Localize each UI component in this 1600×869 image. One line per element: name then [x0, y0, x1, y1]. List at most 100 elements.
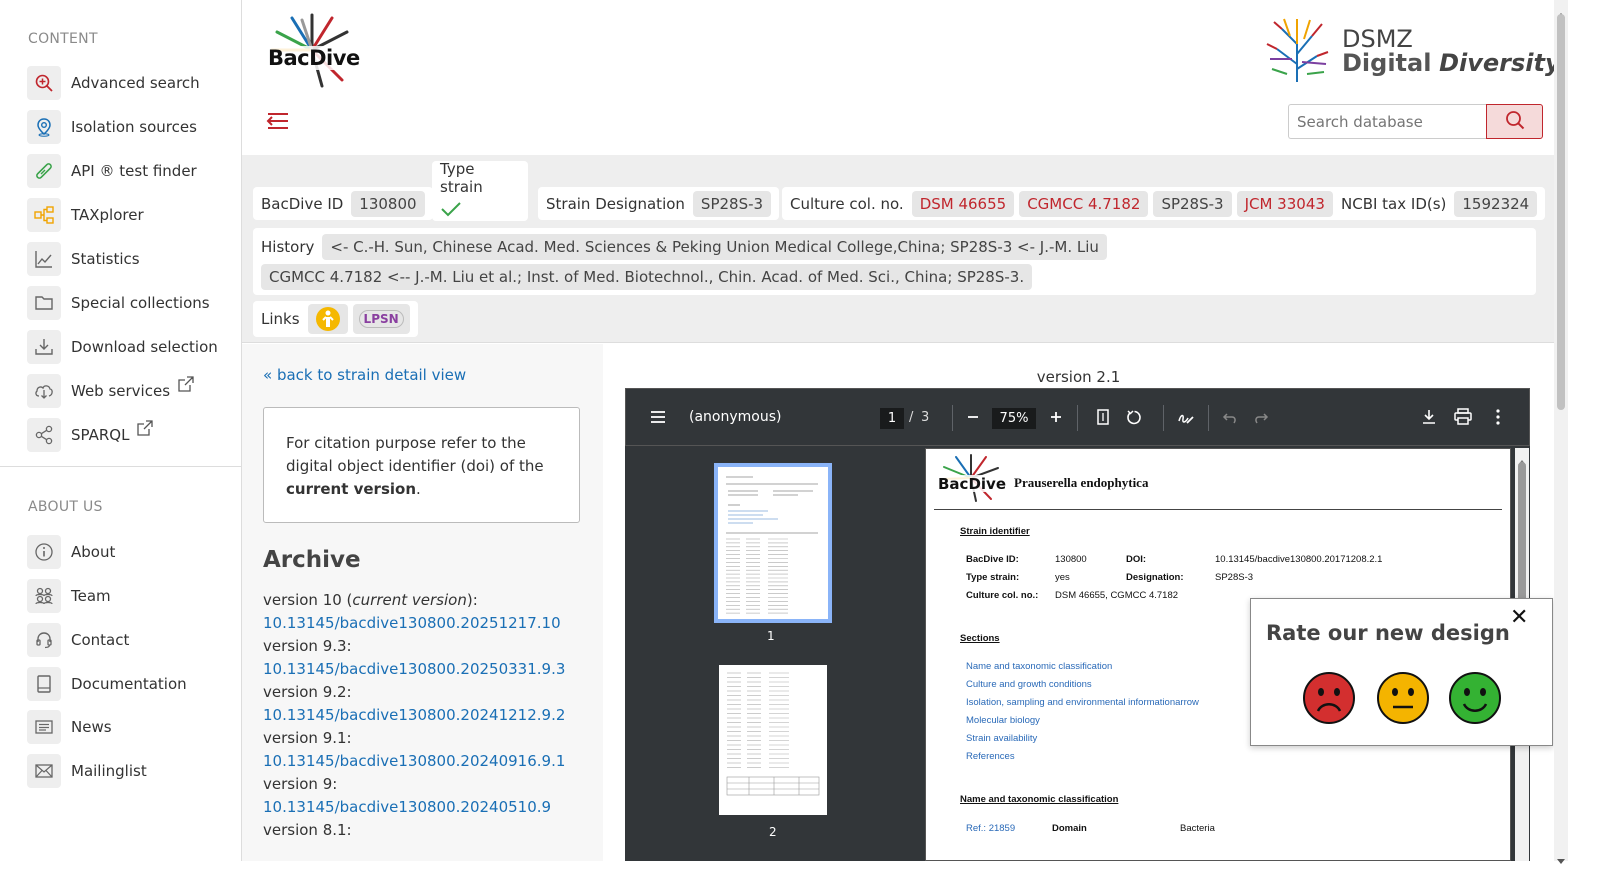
lpsn-link[interactable]: LPSN: [352, 304, 410, 334]
culture-link-cgmcc[interactable]: CGMCC 4.7182: [1019, 190, 1149, 217]
culture-no-sp28s: SP28S-3: [1153, 190, 1232, 217]
about-heading: ABOUT US: [28, 499, 103, 515]
sidebar-item-label: Advanced search: [71, 74, 200, 92]
pdf-strain-identifier: Strain identifier: [960, 526, 1030, 537]
sidebar-item-web-services[interactable]: Web services: [27, 374, 194, 408]
pdf-field-value: 130800: [1055, 554, 1087, 565]
pdf-field-value: Bacteria: [1180, 823, 1215, 834]
test-tube-icon: [27, 154, 61, 188]
search-input[interactable]: [1288, 104, 1486, 139]
page-scrollbar[interactable]: [1554, 0, 1568, 864]
type-strain-box: Type strain: [432, 160, 528, 221]
headset-icon: [27, 623, 61, 657]
culture-link-jcm[interactable]: JCM 33043: [1236, 190, 1333, 217]
bacdive-logo[interactable]: BacDive: [262, 10, 362, 90]
more-options-icon[interactable]: [1495, 409, 1501, 429]
citation-current-version: current version: [286, 480, 417, 498]
pdf-species: Prauserella endophytica: [1014, 475, 1149, 490]
pdf-section-link[interactable]: Strain availability: [966, 733, 1037, 744]
pdf-ref-link[interactable]: Ref.: 21859: [966, 823, 1015, 834]
sidebar-item-label: Contact: [71, 631, 130, 649]
info-circle-icon: [27, 535, 61, 569]
sad-face-icon[interactable]: [1302, 671, 1356, 729]
sidebar-item-label: TAXplorer: [71, 206, 144, 224]
culture-link-dsm[interactable]: DSM 46655: [911, 190, 1015, 217]
version-doi-link[interactable]: 10.13145/bacdive130800.20240510.9: [263, 796, 593, 819]
menu-toggle-icon[interactable]: [264, 110, 290, 132]
cloud-download-icon: [27, 374, 61, 408]
redo-icon[interactable]: [1253, 410, 1269, 429]
happy-face-icon[interactable]: [1448, 671, 1502, 729]
undo-icon[interactable]: [1222, 410, 1238, 429]
bacdive-id-label: BacDive ID: [261, 194, 344, 213]
digital-diversity-text: Digital Diversity: [1342, 49, 1561, 77]
pdf-section-link[interactable]: Name and taxonomic classification: [966, 661, 1112, 672]
pdf-section-link[interactable]: Culture and growth conditions: [966, 679, 1092, 690]
pdf-section-link[interactable]: References: [966, 751, 1015, 762]
strain-info-bar: BacDive ID 130800 Type strain Strain Des…: [242, 155, 1554, 343]
pdf-field-value: 10.13145/bacdive130800.20171208.2.1: [1215, 554, 1383, 565]
sidebar-item-label: Web services: [71, 382, 171, 400]
sidebar-item-team[interactable]: Team: [27, 579, 111, 613]
page-scroll-thumb[interactable]: [1557, 14, 1565, 410]
history-box: History <- C.-H. Sun, Chinese Acad. Med.…: [253, 228, 1536, 295]
zoom-in-icon[interactable]: [1049, 409, 1063, 428]
version-doi-link[interactable]: 10.13145/bacdive130800.20250331.9.3: [263, 658, 593, 681]
sidebar-item-mailinglist[interactable]: Mailinglist: [27, 754, 147, 788]
print-icon[interactable]: [1454, 408, 1472, 429]
pdf-zoom-value[interactable]: 75%: [992, 408, 1036, 429]
citation-note: For citation purpose refer to the digita…: [263, 407, 580, 523]
links-label: Links: [261, 310, 300, 328]
sidebar-item-documentation[interactable]: Documentation: [27, 667, 187, 701]
version-doi-link[interactable]: 10.13145/bacdive130800.20251217.10: [263, 612, 593, 635]
pdf-field-key: Domain: [1052, 823, 1087, 834]
dsmz-logo[interactable]: DSMZ Digital Diversity: [1262, 14, 1561, 86]
pdf-page-total: 3: [921, 410, 930, 425]
sidebar-item-sparql[interactable]: SPARQL: [27, 418, 154, 452]
scroll-down-icon[interactable]: [1557, 850, 1565, 869]
sidebar-item-download-selection[interactable]: Download selection: [27, 330, 218, 364]
sidebar-item-taxplorer[interactable]: TAXplorer: [27, 198, 144, 232]
sidebar-item-isolation-sources[interactable]: Isolation sources: [27, 110, 197, 144]
sidebar-item-statistics[interactable]: Statistics: [27, 242, 140, 276]
culture-collection-box: Culture col. no. DSM 46655 CGMCC 4.7182 …: [782, 187, 1341, 220]
pdf-download-icon[interactable]: [1421, 409, 1437, 429]
pdf-scroll-thumb[interactable]: [1518, 462, 1526, 602]
version-doi-link[interactable]: 10.13145/bacdive130800.20241212.9.2: [263, 704, 593, 727]
bacdive-id-box: BacDive ID 130800: [253, 187, 433, 220]
sidebar-item-contact[interactable]: Contact: [27, 623, 129, 657]
bacdive-id-value: 130800: [351, 190, 425, 217]
pdf-section-link[interactable]: Isolation, sampling and environmental in…: [966, 697, 1199, 708]
pdf-menu-icon[interactable]: [650, 409, 666, 428]
pdf-thumbnail[interactable]: [714, 463, 832, 623]
pdf-field-value: DSM 46655, CGMCC 4.7182: [1055, 590, 1179, 601]
designation-label: Strain Designation: [546, 194, 685, 213]
ncbi-value: 1592324: [1454, 190, 1538, 217]
sidebar-item-about[interactable]: About: [27, 535, 115, 569]
archive-title: Archive: [263, 547, 361, 573]
sidebar-item-label: Statistics: [71, 250, 140, 268]
pdf-section-link[interactable]: Molecular biology: [966, 715, 1040, 726]
annotate-icon[interactable]: [1177, 409, 1195, 430]
sidebar-item-advanced-search[interactable]: Advanced search: [27, 66, 200, 100]
lpsn-label: LPSN: [358, 310, 404, 328]
dsmz-tree-icon: [1266, 18, 1329, 82]
zoom-out-icon[interactable]: [966, 409, 980, 428]
rotate-icon[interactable]: [1126, 409, 1143, 430]
sidebar-item-api-test-finder[interactable]: API ® test finder: [27, 154, 197, 188]
pdf-thumbnail[interactable]: [719, 665, 827, 815]
neutral-face-icon[interactable]: [1376, 671, 1430, 729]
search-button[interactable]: [1486, 104, 1543, 139]
close-icon[interactable]: ✕: [1510, 605, 1528, 630]
pdf-sections-title: Sections: [960, 633, 1000, 644]
pdf-thumbnail-label: 1: [767, 629, 775, 643]
sidebar-item-news[interactable]: News: [27, 710, 112, 744]
history-entry: <- C.-H. Sun, Chinese Acad. Med. Science…: [322, 233, 1107, 260]
sidebar-item-special-collections[interactable]: Special collections: [27, 286, 210, 320]
sidebar-item-label: Special collections: [71, 294, 210, 312]
pdf-page-input[interactable]: [880, 408, 904, 429]
fit-page-icon[interactable]: [1096, 409, 1110, 429]
info-link-icon[interactable]: [307, 304, 348, 334]
back-to-strain-link[interactable]: « back to strain detail view: [263, 366, 466, 384]
version-doi-link[interactable]: 10.13145/bacdive130800.20240916.9.1: [263, 750, 593, 773]
